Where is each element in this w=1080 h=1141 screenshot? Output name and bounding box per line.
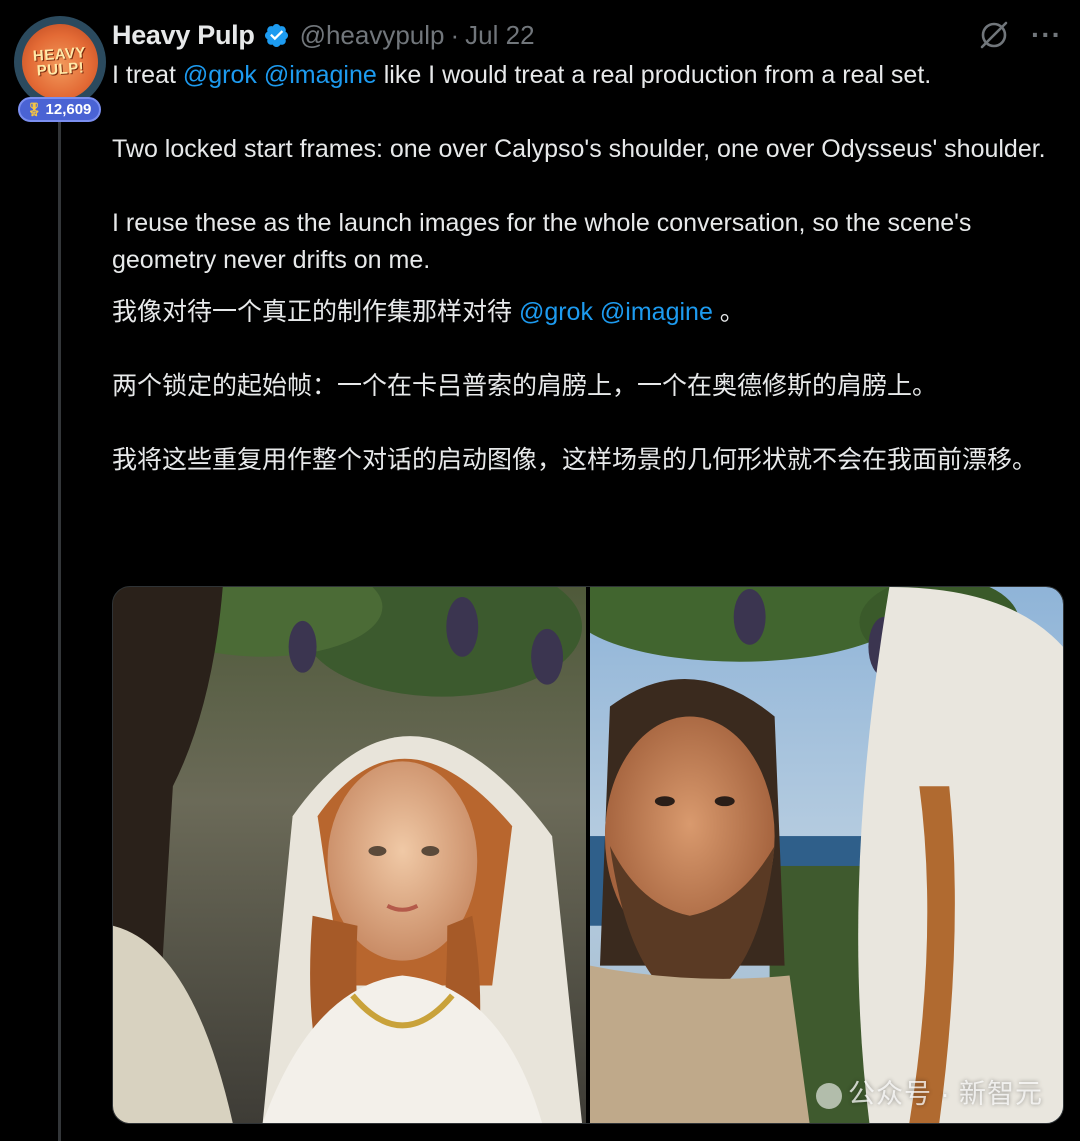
- grok-icon[interactable]: [977, 18, 1011, 52]
- tweet-header: Heavy Pulp @heavypulp · Jul 22: [112, 18, 535, 52]
- zh-paragraph-2: 两个锁定的起始帧：一个在卡吕普索的肩膀上，一个在奥德修斯的肩膀上。: [112, 372, 938, 400]
- thread-line: [58, 120, 61, 1141]
- media-image-odysseus[interactable]: 公众号 · 新智元: [590, 587, 1063, 1123]
- more-options-icon[interactable]: ···: [1031, 21, 1062, 49]
- watermark: 公众号 · 新智元: [816, 1072, 1043, 1111]
- author-name[interactable]: Heavy Pulp: [112, 20, 255, 51]
- tweet-text: I treat @grok @imagine like I would trea…: [112, 57, 1062, 479]
- tweet-media[interactable]: 公众号 · 新智元: [112, 586, 1064, 1124]
- author-handle[interactable]: @heavypulp: [300, 20, 445, 51]
- follower-badge[interactable]: 🎖 12,609: [18, 97, 102, 122]
- mention-imagine[interactable]: @imagine: [264, 61, 377, 89]
- calypso-image-art: [113, 587, 586, 1123]
- mention-grok[interactable]: @grok: [183, 61, 257, 89]
- zh-mention-imagine[interactable]: @imagine: [600, 298, 713, 326]
- en-paragraph-1: I treat @grok @imagine like I would trea…: [112, 61, 932, 89]
- verified-badge-icon: [264, 23, 288, 47]
- tweet-date[interactable]: Jul 22: [465, 20, 534, 51]
- en-paragraph-3: I reuse these as the launch images for t…: [112, 209, 972, 274]
- medal-icon: 🎖: [26, 101, 43, 117]
- badge-count: 12,609: [45, 101, 92, 118]
- media-image-calypso[interactable]: [113, 587, 586, 1123]
- odysseus-image-art: [590, 587, 1063, 1123]
- en-paragraph-2: Two locked start frames: one over Calyps…: [112, 135, 1046, 163]
- zh-paragraph-1: 我像对待一个真正的制作集那样对待 @grok @imagine 。: [112, 298, 745, 326]
- tweet-actions-top: ···: [977, 18, 1062, 52]
- zh-translation: 我像对待一个真正的制作集那样对待 @grok @imagine 。 两个锁定的起…: [112, 294, 1062, 479]
- wechat-icon: [816, 1082, 842, 1109]
- zh-mention-grok[interactable]: @grok: [519, 298, 593, 326]
- zh-paragraph-3: 我将这些重复用作整个对话的启动图像，这样场景的几何形状就不会在我面前漂移。: [112, 446, 1038, 474]
- avatar-logo: HEAVY PULP!: [19, 21, 101, 103]
- author-avatar[interactable]: HEAVY PULP!: [14, 16, 106, 108]
- separator-dot: ·: [450, 19, 460, 50]
